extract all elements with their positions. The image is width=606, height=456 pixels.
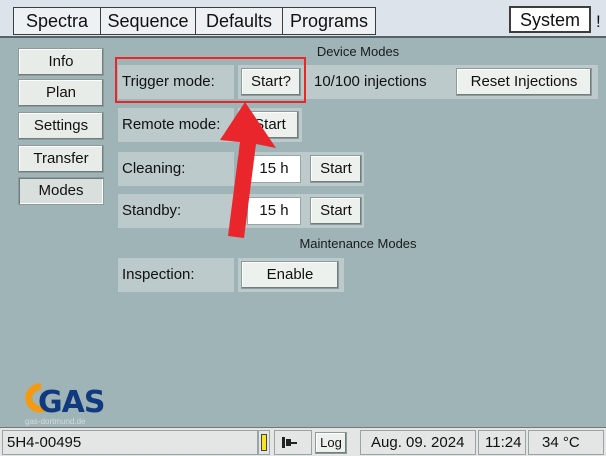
- status-time: 11:24: [478, 430, 526, 455]
- tab-programs[interactable]: Programs: [282, 7, 376, 35]
- sidebar-item-plan[interactable]: Plan: [18, 79, 104, 107]
- red-arrow-icon: [220, 102, 276, 238]
- injections-status: 10/100 injections: [314, 73, 427, 90]
- device-id: 5H4-00495: [2, 430, 258, 455]
- tab-sequence[interactable]: Sequence: [100, 7, 196, 35]
- standby-start-button[interactable]: Start: [310, 197, 362, 225]
- tab-system[interactable]: System: [509, 6, 591, 33]
- status-date: Aug. 09. 2024: [360, 430, 476, 455]
- top-tab-bar: Spectra Sequence Defaults Programs Syste…: [0, 0, 606, 37]
- plug-icon: [274, 430, 312, 455]
- inspection-enable-button[interactable]: Enable: [241, 261, 339, 289]
- sidebar-item-transfer[interactable]: Transfer: [18, 145, 104, 173]
- sidebar-item-settings[interactable]: Settings: [18, 112, 104, 140]
- sidebar-item-modes[interactable]: Modes: [18, 177, 104, 205]
- maintenance-modes-title: Maintenance Modes: [299, 236, 417, 251]
- logo-url: gas-dortmund.de: [25, 417, 86, 426]
- status-indicator-icon: [258, 430, 270, 455]
- remote-mode-label: Remote mode:: [122, 116, 221, 133]
- tab-defaults[interactable]: Defaults: [195, 7, 283, 35]
- tab-overflow[interactable]: !: [596, 12, 601, 32]
- log-button[interactable]: Log: [315, 432, 347, 454]
- highlight-box: [115, 57, 306, 103]
- tab-bar-divider: [0, 36, 606, 38]
- inspection-label: Inspection:: [122, 266, 195, 283]
- status-bar: 5H4-00495 Log Aug. 09. 2024 11:24 34 °C: [0, 427, 606, 456]
- cleaning-label: Cleaning:: [122, 160, 186, 177]
- reset-injections-button[interactable]: Reset Injections: [456, 68, 592, 96]
- status-temperature: 34 °C: [528, 430, 604, 455]
- tab-spectra[interactable]: Spectra: [13, 7, 101, 35]
- cleaning-start-button[interactable]: Start: [310, 155, 362, 183]
- logo-text: GAS: [38, 385, 105, 420]
- inspection-label-cell: Inspection:: [118, 258, 234, 292]
- standby-label: Standby:: [122, 202, 182, 219]
- sidebar-item-info[interactable]: Info: [18, 48, 104, 76]
